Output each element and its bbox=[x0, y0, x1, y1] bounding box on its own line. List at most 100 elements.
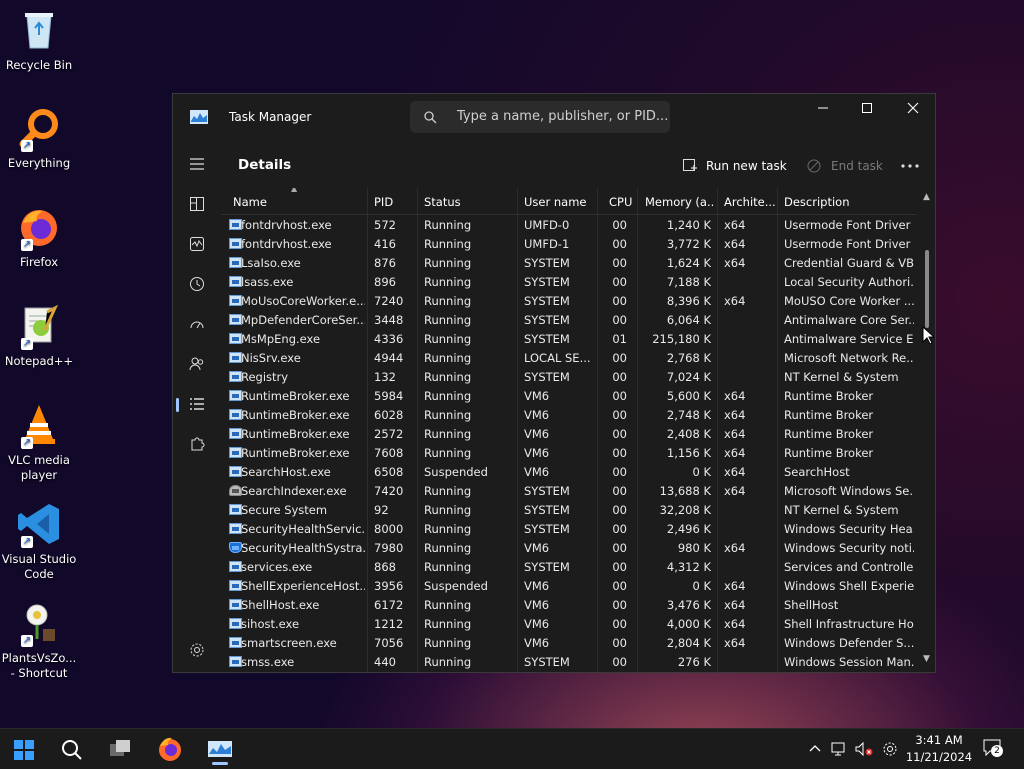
nav-startup-apps[interactable] bbox=[183, 310, 211, 338]
minimize-button[interactable] bbox=[800, 94, 846, 124]
table-row[interactable]: RuntimeBroker.exe 7608 Running VM6 00 1,156 K… bbox=[221, 444, 917, 463]
run-new-task-button[interactable]: Run new task bbox=[682, 150, 792, 180]
nav-services[interactable] bbox=[183, 430, 211, 458]
chevron-up-icon[interactable] bbox=[808, 741, 822, 755]
taskbar-task-manager[interactable] bbox=[200, 733, 240, 765]
nav-processes[interactable] bbox=[183, 190, 211, 218]
column-header-user-name[interactable]: User name bbox=[524, 195, 586, 209]
column-header-status[interactable]: Status bbox=[424, 195, 461, 209]
cell-cpu: 00 bbox=[612, 503, 627, 517]
table-row[interactable]: SearchIndexer.exe 7420 Running SYSTEM 00 13,6… bbox=[221, 482, 917, 501]
cell-mem: 1,624 K bbox=[666, 256, 711, 270]
column-header-name[interactable]: Name bbox=[233, 195, 267, 209]
table-row[interactable]: RuntimeBroker.exe 2572 Running VM6 00 2,408 K… bbox=[221, 425, 917, 444]
table-row[interactable]: MsMpEng.exe 4336 Running SYSTEM 01 215,180 K A… bbox=[221, 330, 917, 349]
cell-arch: x64 bbox=[724, 256, 746, 270]
table-row[interactable]: SearchHost.exe 6508 Suspended VM6 00 0 K x64 Se… bbox=[221, 463, 917, 482]
cell-name: services.exe bbox=[241, 560, 313, 574]
table-row[interactable]: SecurityHealthServic... 8000 Running SYSTEM… bbox=[221, 520, 917, 539]
cell-cpu: 00 bbox=[612, 598, 627, 612]
network-icon[interactable] bbox=[831, 741, 847, 757]
cell-desc: Usermode Font Driver ... bbox=[784, 218, 914, 232]
nav-performance[interactable] bbox=[183, 230, 211, 258]
taskbar-firefox[interactable] bbox=[150, 733, 190, 765]
table-row[interactable]: Secure System 92 Running SYSTEM 00 32,208 K NT… bbox=[221, 501, 917, 520]
start-button[interactable] bbox=[4, 733, 44, 765]
hamburger-menu-button[interactable] bbox=[183, 150, 211, 178]
system-clock[interactable]: 3:41 AM 11/21/2024 bbox=[898, 732, 980, 766]
end-task-icon bbox=[807, 159, 821, 173]
table-row[interactable]: NisSrv.exe 4944 Running LOCAL SE... 00 2,768 … bbox=[221, 349, 917, 368]
scroll-up-icon[interactable]: ▲ bbox=[923, 192, 930, 202]
notification-center-button[interactable]: 2 bbox=[982, 737, 1004, 759]
desktop-icon-firefox[interactable]: ↗ Firefox bbox=[0, 205, 78, 270]
column-header-cpu[interactable]: CPU bbox=[609, 195, 632, 209]
performance-icon bbox=[190, 237, 204, 251]
desktop-icon-recycle-bin[interactable]: Recycle Bin bbox=[0, 8, 78, 73]
desktop-icon-plants-vs-zombies[interactable]: ↗ PlantsVsZo... - Shortcut bbox=[0, 601, 78, 681]
table-row[interactable]: fontdrvhost.exe 416 Running UMFD-1 00 3,772 K… bbox=[221, 235, 917, 254]
table-row[interactable]: Registry 132 Running SYSTEM 00 7,024 K NT Kern… bbox=[221, 368, 917, 387]
column-header-architecture[interactable]: Archite... bbox=[724, 195, 776, 209]
cell-desc: SearchHost bbox=[784, 465, 850, 479]
nav-details[interactable] bbox=[176, 390, 211, 418]
cell-pid: 7420 bbox=[374, 484, 404, 498]
scroll-down-icon[interactable]: ▼ bbox=[923, 654, 930, 664]
title-bar[interactable]: Task Manager Type a name, publisher, or … bbox=[173, 94, 935, 138]
settings-gear-icon[interactable] bbox=[882, 741, 898, 757]
sort-ascending-icon: ▲ bbox=[291, 188, 298, 193]
cell-name: MoUsoCoreWorker.e... bbox=[241, 294, 365, 308]
taskbar-search-button[interactable] bbox=[52, 733, 92, 765]
table-row[interactable]: fontdrvhost.exe 572 Running UMFD-0 00 1,240 K… bbox=[221, 216, 917, 235]
cell-pid: 3448 bbox=[374, 313, 404, 327]
cell-desc: Runtime Broker bbox=[784, 408, 874, 422]
cell-user: VM6 bbox=[524, 541, 550, 555]
cell-status: Running bbox=[424, 503, 472, 517]
scrollbar-thumb[interactable] bbox=[925, 250, 929, 328]
table-row[interactable]: smss.exe 440 Running SYSTEM 00 276 K Windows S… bbox=[221, 653, 917, 672]
cell-user: VM6 bbox=[524, 446, 550, 460]
cell-desc: Antimalware Core Ser... bbox=[784, 313, 914, 327]
history-icon bbox=[190, 277, 204, 291]
maximize-button[interactable] bbox=[844, 94, 890, 124]
desktop-icon-vscode[interactable]: ↗ Visual Studio Code bbox=[0, 502, 78, 582]
column-header-memory[interactable]: Memory (a... bbox=[645, 195, 715, 209]
table-row[interactable]: MpDefenderCoreSer... 3448 Running SYSTEM 00 6… bbox=[221, 311, 917, 330]
nav-settings[interactable] bbox=[183, 636, 211, 664]
cell-cpu: 00 bbox=[612, 389, 627, 403]
table-row[interactable]: RuntimeBroker.exe 6028 Running VM6 00 2,748 K… bbox=[221, 406, 917, 425]
cell-status: Running bbox=[424, 617, 472, 631]
table-row[interactable]: lsass.exe 896 Running SYSTEM 00 7,188 K Local … bbox=[221, 273, 917, 292]
table-row[interactable]: ShellExperienceHost.... 3956 Suspended VM6 0… bbox=[221, 577, 917, 596]
column-header-pid[interactable]: PID bbox=[374, 195, 393, 209]
table-row[interactable]: LsaIso.exe 876 Running SYSTEM 00 1,624 K x64 Cr… bbox=[221, 254, 917, 273]
volume-muted-icon[interactable] bbox=[855, 741, 873, 757]
table-row[interactable]: RuntimeBroker.exe 5984 Running VM6 00 5,600 K… bbox=[221, 387, 917, 406]
cell-arch: x64 bbox=[724, 389, 746, 403]
cell-pid: 7056 bbox=[374, 636, 404, 650]
cell-pid: 1212 bbox=[374, 617, 404, 631]
table-row[interactable]: services.exe 868 Running SYSTEM 00 4,312 K Ser… bbox=[221, 558, 917, 577]
table-row[interactable]: smartscreen.exe 7056 Running VM6 00 2,804 K x6… bbox=[221, 634, 917, 653]
more-options-icon[interactable] bbox=[901, 164, 919, 168]
search-box[interactable]: Type a name, publisher, or PID... bbox=[410, 101, 670, 133]
shortcut-arrow-icon: ↗ bbox=[21, 536, 33, 548]
nav-users[interactable] bbox=[183, 350, 211, 378]
close-button[interactable] bbox=[890, 94, 936, 124]
table-row[interactable]: ShellHost.exe 6172 Running VM6 00 3,476 K x64 S… bbox=[221, 596, 917, 615]
desktop-icon-vlc[interactable]: ↗ VLC media player bbox=[0, 403, 78, 483]
cell-status: Running bbox=[424, 389, 472, 403]
table-row[interactable]: SecurityHealthSystra... 7980 Running VM6 00 9… bbox=[221, 539, 917, 558]
nav-app-history[interactable] bbox=[183, 270, 211, 298]
vertical-scrollbar[interactable]: ▲ ▼ bbox=[919, 188, 935, 672]
table-row[interactable]: sihost.exe 1212 Running VM6 00 4,000 K x64 Shel… bbox=[221, 615, 917, 634]
column-header-description[interactable]: Description bbox=[784, 195, 850, 209]
cell-pid: 6028 bbox=[374, 408, 404, 422]
desktop-icon-everything[interactable]: ↗ Everything bbox=[0, 106, 78, 171]
desktop-icon-notepad-plus-plus[interactable]: ↗ Notepad++ bbox=[0, 304, 78, 369]
task-view-button[interactable] bbox=[100, 733, 140, 765]
table-row[interactable]: MoUsoCoreWorker.e... 7240 Running SYSTEM 00 8… bbox=[221, 292, 917, 311]
end-task-button[interactable]: End task bbox=[807, 150, 887, 180]
cell-pid: 92 bbox=[374, 503, 389, 517]
cell-desc: Usermode Font Driver ... bbox=[784, 237, 914, 251]
